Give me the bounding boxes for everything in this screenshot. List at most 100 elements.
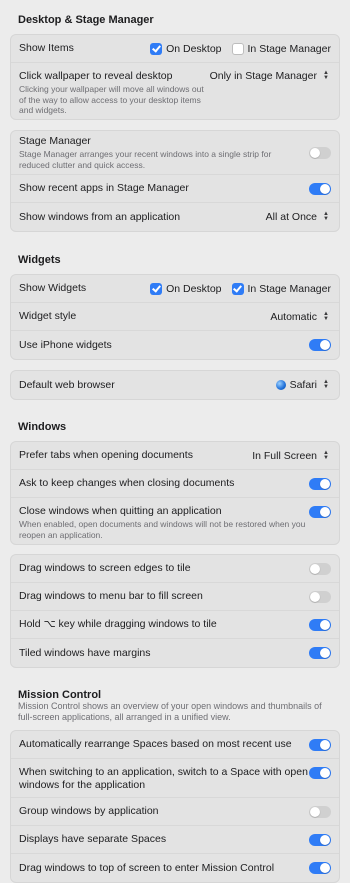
show-items-on-desktop-checkbox[interactable]: On Desktop bbox=[150, 42, 222, 55]
section-title-windows: Windows bbox=[18, 421, 67, 433]
checkbox-checked-icon[interactable] bbox=[150, 42, 163, 55]
ask-keep-changes-label: Ask to keep changes when closing documen… bbox=[19, 477, 235, 489]
mission-control-desc: Mission Control shows an overview of you… bbox=[18, 701, 322, 722]
stage-manager-desc: Stage Manager arranges your recent windo… bbox=[19, 149, 272, 170]
click-wallpaper-value: Only in Stage Manager bbox=[209, 70, 317, 82]
chevron-updown-icon: ▲ ▼ bbox=[323, 379, 329, 390]
close-windows-desc: When enabled, open documents and windows… bbox=[19, 519, 306, 540]
drag-menubar-label: Drag windows to menu bar to fill screen bbox=[19, 590, 203, 602]
row-show-widgets: Show Widgets On Desktop In Stage Manager bbox=[11, 275, 339, 303]
click-wallpaper-label: Click wallpaper to reveal desktop bbox=[19, 70, 173, 82]
use-iphone-widgets-toggle[interactable] bbox=[309, 339, 331, 351]
widget-style-label: Widget style bbox=[19, 310, 77, 322]
drag-top-toggle[interactable] bbox=[309, 862, 331, 874]
section-title-desktop-stage: Desktop & Stage Manager bbox=[18, 14, 154, 26]
default-browser-popup[interactable]: Safari ▲ ▼ bbox=[275, 379, 331, 391]
chevron-updown-icon: ▲ ▼ bbox=[323, 70, 329, 81]
in-stage-manager-label: In Stage Manager bbox=[247, 42, 331, 55]
tiled-margins-label: Tiled windows have margins bbox=[19, 646, 151, 659]
row-show-windows-from-app: Show windows from an application All at … bbox=[11, 203, 339, 231]
ask-keep-changes-toggle[interactable] bbox=[309, 477, 331, 490]
chevron-updown-icon: ▲ ▼ bbox=[323, 449, 329, 461]
group-show-items: Show Items On Desktop In Stage Manager C… bbox=[10, 34, 340, 120]
row-click-wallpaper: Click wallpaper to reveal desktop Clicki… bbox=[11, 63, 339, 119]
section-title-widgets: Widgets bbox=[18, 254, 61, 266]
row-show-recent-apps: Show recent apps in Stage Manager bbox=[11, 175, 339, 203]
hold-option-post: key while dragging windows to tile bbox=[55, 618, 217, 630]
row-separate-spaces: Displays have separate Spaces bbox=[11, 826, 339, 854]
row-tiled-margins: Tiled windows have margins bbox=[11, 639, 339, 667]
safari-icon bbox=[275, 380, 286, 390]
row-default-browser: Default web browser Safari ▲ ▼ bbox=[11, 371, 339, 399]
show-items-label: Show Items bbox=[19, 42, 74, 54]
show-widgets-stage-manager-checkbox[interactable]: In Stage Manager bbox=[231, 282, 331, 295]
close-windows-label: Close windows when quitting an applicati… bbox=[19, 505, 222, 517]
click-wallpaper-desc: Clicking your wallpaper will move all wi… bbox=[19, 84, 204, 115]
auto-rearrange-toggle[interactable] bbox=[309, 738, 331, 751]
show-windows-popup[interactable]: All at Once ▲ ▼ bbox=[266, 211, 331, 223]
hold-option-label: Hold ⌥ key while dragging windows to til… bbox=[19, 618, 217, 631]
use-iphone-widgets-label: Use iPhone widgets bbox=[19, 338, 112, 351]
chevron-updown-icon: ▲ ▼ bbox=[323, 211, 329, 222]
show-widgets-on-desktop-checkbox[interactable]: On Desktop bbox=[150, 282, 222, 295]
row-close-windows: Close windows when quitting an applicati… bbox=[11, 498, 339, 544]
widget-style-value: Automatic bbox=[270, 310, 317, 323]
checkbox-checked-icon[interactable] bbox=[150, 282, 163, 295]
separate-spaces-toggle[interactable] bbox=[309, 833, 331, 846]
prefer-tabs-popup[interactable]: In Full Screen ▲ ▼ bbox=[252, 450, 331, 462]
row-drag-top: Drag windows to top of screen to enter M… bbox=[11, 854, 339, 882]
row-switch-space: When switching to an application, switch… bbox=[11, 759, 339, 798]
drag-top-label: Drag windows to top of screen to enter M… bbox=[19, 861, 275, 874]
group-windows-toggle[interactable] bbox=[309, 805, 331, 818]
settings-pane: Desktop & Stage Manager Show Items On De… bbox=[0, 10, 350, 883]
stage-manager-label: Stage Manager bbox=[19, 135, 91, 147]
checkbox-unchecked-icon[interactable] bbox=[231, 42, 244, 55]
show-windows-label: Show windows from an application bbox=[19, 210, 181, 223]
row-group-windows: Group windows by application bbox=[11, 798, 339, 826]
drag-menubar-toggle[interactable] bbox=[309, 590, 331, 603]
in-stage-manager-label: In Stage Manager bbox=[247, 282, 331, 295]
row-drag-edges: Drag windows to screen edges to tile bbox=[11, 555, 339, 583]
tiled-margins-toggle[interactable] bbox=[309, 647, 331, 659]
row-use-iphone-widgets: Use iPhone widgets bbox=[11, 331, 339, 359]
widget-style-popup[interactable]: Automatic ▲ ▼ bbox=[270, 311, 331, 323]
group-tiling: Drag windows to screen edges to tile Dra… bbox=[10, 554, 340, 668]
default-browser-label: Default web browser bbox=[19, 378, 115, 391]
default-browser-value: Safari bbox=[289, 379, 317, 391]
row-stage-manager: Stage Manager Stage Manager arranges you… bbox=[11, 131, 339, 175]
on-desktop-label: On Desktop bbox=[166, 42, 222, 55]
group-windows-label: Group windows by application bbox=[19, 805, 159, 817]
checkbox-checked-icon[interactable] bbox=[231, 282, 244, 295]
row-drag-menubar: Drag windows to menu bar to fill screen bbox=[11, 583, 339, 611]
option-key-icon: ⌥ bbox=[43, 618, 56, 630]
group-widgets: Show Widgets On Desktop In Stage Manager… bbox=[10, 274, 340, 360]
click-wallpaper-popup[interactable]: Only in Stage Manager ▲ ▼ bbox=[210, 70, 331, 82]
row-show-items: Show Items On Desktop In Stage Manager bbox=[11, 35, 339, 63]
close-windows-toggle[interactable] bbox=[309, 506, 331, 518]
show-items-stage-manager-checkbox[interactable]: In Stage Manager bbox=[231, 42, 331, 55]
show-windows-value: All at Once bbox=[265, 211, 317, 223]
row-hold-option: Hold ⌥ key while dragging windows to til… bbox=[11, 611, 339, 639]
row-prefer-tabs: Prefer tabs when opening documents In Fu… bbox=[11, 442, 339, 470]
prefer-tabs-value: In Full Screen bbox=[252, 449, 317, 462]
stage-manager-toggle[interactable] bbox=[309, 146, 331, 159]
separate-spaces-label: Displays have separate Spaces bbox=[19, 833, 167, 845]
on-desktop-label: On Desktop bbox=[166, 282, 222, 295]
auto-rearrange-label: Automatically rearrange Spaces based on … bbox=[19, 738, 292, 750]
row-ask-keep-changes: Ask to keep changes when closing documen… bbox=[11, 470, 339, 498]
hold-option-pre: Hold bbox=[19, 618, 44, 630]
chevron-updown-icon: ▲ ▼ bbox=[323, 310, 329, 322]
group-mission-control: Automatically rearrange Spaces based on … bbox=[10, 730, 340, 883]
show-recent-apps-label: Show recent apps in Stage Manager bbox=[19, 182, 189, 194]
drag-edges-label: Drag windows to screen edges to tile bbox=[19, 562, 191, 574]
row-widget-style: Widget style Automatic ▲ ▼ bbox=[11, 303, 339, 331]
hold-option-toggle[interactable] bbox=[309, 618, 331, 631]
group-stage-manager: Stage Manager Stage Manager arranges you… bbox=[10, 130, 340, 232]
show-recent-apps-toggle[interactable] bbox=[309, 182, 331, 195]
drag-edges-toggle[interactable] bbox=[309, 562, 331, 575]
switch-space-toggle[interactable] bbox=[309, 767, 331, 779]
show-widgets-label: Show Widgets bbox=[19, 282, 87, 294]
group-default-browser: Default web browser Safari ▲ ▼ bbox=[10, 370, 340, 400]
row-auto-rearrange: Automatically rearrange Spaces based on … bbox=[11, 731, 339, 759]
switch-space-label: When switching to an application, switch… bbox=[19, 766, 308, 791]
